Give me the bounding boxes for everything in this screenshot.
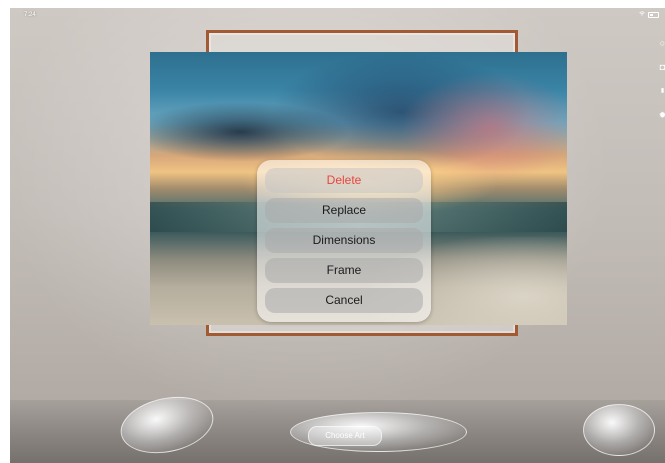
status-time: 7:24	[24, 12, 36, 18]
camera-icon[interactable]: ◘	[658, 62, 665, 72]
replace-button[interactable]: Replace	[265, 198, 423, 223]
record-icon[interactable]: ▮	[658, 86, 665, 96]
glass-bowl	[583, 404, 655, 456]
circle-icon[interactable]: ○	[658, 38, 665, 48]
gear-icon[interactable]: ✹	[658, 110, 665, 120]
battery-icon	[648, 12, 659, 18]
dimensions-button[interactable]: Dimensions	[265, 228, 423, 253]
side-toolbar: ○ ◘ ▮ ✹	[655, 38, 665, 138]
delete-button[interactable]: Delete	[265, 168, 423, 193]
action-sheet: Delete Replace Dimensions Frame Cancel	[257, 160, 431, 322]
status-icons	[639, 11, 659, 19]
ar-camera-view: 7:24 ○ ◘ ▮ ✹ Delete Replace Dimensions F…	[10, 8, 665, 463]
choose-art-button[interactable]: Choose Art	[308, 426, 382, 446]
wifi-icon	[639, 11, 645, 16]
cancel-button[interactable]: Cancel	[265, 288, 423, 313]
frame-button[interactable]: Frame	[265, 258, 423, 283]
